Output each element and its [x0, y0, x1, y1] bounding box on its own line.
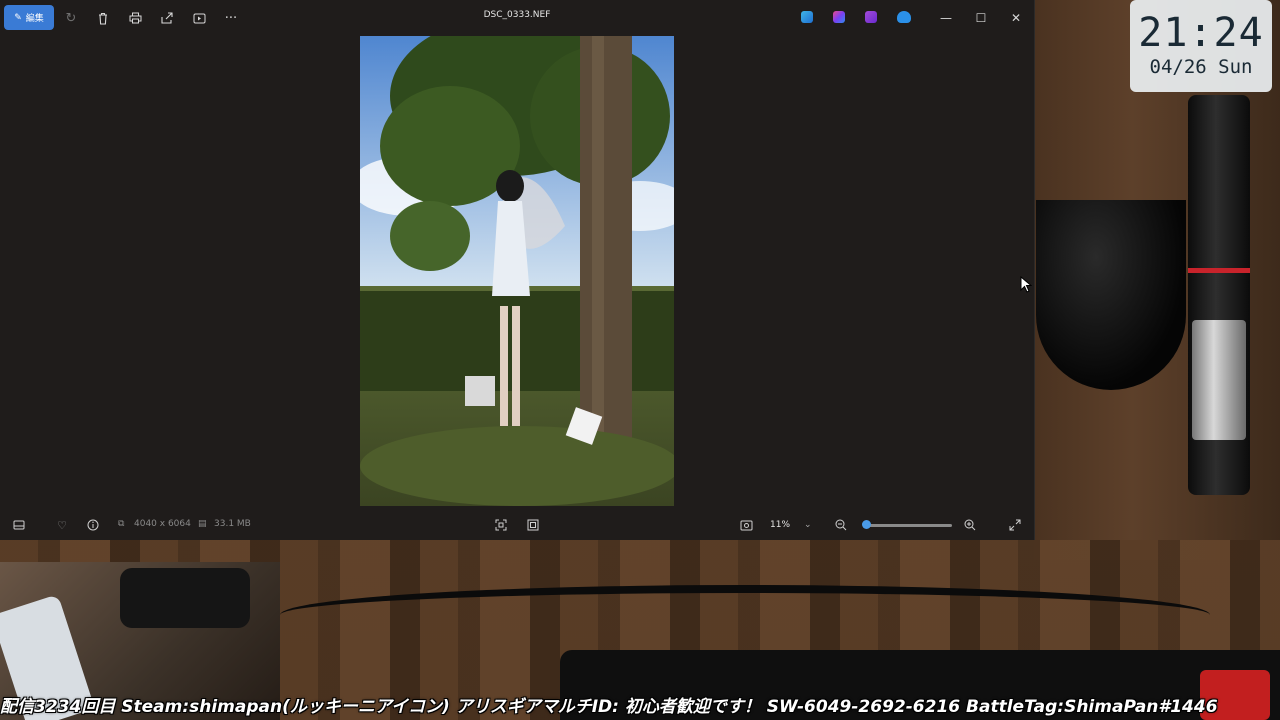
mic-connector [1192, 320, 1246, 440]
more-button[interactable]: ··· [217, 6, 245, 30]
delete-button[interactable] [89, 6, 117, 30]
zoom-out-icon [835, 519, 847, 531]
clock-date: 04/26 Sun [1149, 56, 1253, 78]
fullscreen-button[interactable] [1007, 517, 1023, 533]
info-button[interactable] [85, 517, 101, 533]
edit-icon: ✎ [14, 12, 22, 23]
image-dimensions: 4040 x 6064 [134, 519, 191, 529]
dimensions-icon: ⧉ [118, 519, 125, 529]
clipchamp-icon[interactable] [801, 11, 813, 23]
share-button[interactable] [153, 6, 181, 30]
print-button[interactable] [121, 6, 149, 30]
file-size: 33.1 MB [214, 519, 251, 529]
zoom-in-button[interactable] [962, 517, 978, 533]
filmstrip-icon [13, 520, 25, 530]
mic-red-ring [1188, 268, 1250, 273]
screenshot-icon [740, 520, 752, 530]
photo-view[interactable] [360, 36, 674, 506]
maximize-button[interactable]: ☐ [964, 6, 998, 30]
title-bar: ✎ 編集 ↻ ··· DSC_0333.NEF — ☐ ✕ [0, 0, 1034, 34]
rotate-icon: ↻ [65, 10, 77, 26]
slideshow-icon [193, 13, 205, 23]
fit-button[interactable] [738, 517, 754, 533]
more-icon: ··· [224, 10, 238, 26]
photos-window: ✎ 編集 ↻ ··· DSC_0333.NEF — ☐ ✕ ♡ ⧉ 4040 x… [0, 0, 1035, 540]
rotate-button[interactable]: ↻ [57, 6, 85, 30]
crop-view-button[interactable] [493, 517, 509, 533]
clock-time: 21:24 [1138, 10, 1264, 56]
window-title: DSC_0333.NEF [483, 10, 551, 20]
edit-label: 編集 [25, 14, 44, 24]
info-icon [87, 519, 99, 531]
bottom-toolbar: ♡ ⧉ 4040 x 6064 ▤ 33.1 MB 11% ⌄ [0, 510, 1034, 540]
minimize-button[interactable]: — [929, 6, 963, 30]
print-icon [129, 12, 141, 24]
file-size-icon: ▤ [198, 519, 207, 529]
filmstrip-button[interactable] [11, 517, 27, 533]
trash-icon [99, 12, 107, 25]
edit-button[interactable]: ✎ 編集 [4, 5, 54, 30]
copilot-icon[interactable] [833, 11, 845, 23]
minimize-icon: — [940, 11, 952, 25]
photo-image [360, 36, 674, 506]
onedrive-icon[interactable] [897, 11, 911, 23]
zoom-out-button[interactable] [833, 517, 849, 533]
maximize-icon: ☐ [975, 11, 987, 25]
zoom-slider-knob[interactable] [862, 520, 871, 529]
actual-size-icon [527, 519, 539, 531]
heart-icon: ♡ [57, 518, 67, 532]
chevron-down-icon: ⌄ [804, 520, 812, 530]
stream-ticker: 配信3234回目 Steam:shimapan(ルッキーニアイコン) アリスギア… [0, 697, 1218, 717]
mic-stand-base [1036, 200, 1186, 390]
expand-icon [1009, 519, 1021, 531]
actual-size-button[interactable] [525, 517, 541, 533]
clipchamp-video-icon[interactable] [865, 11, 877, 23]
fit-to-window-icon [495, 519, 507, 531]
camera-body [120, 568, 250, 628]
close-icon: ✕ [1010, 11, 1022, 25]
mouse-cursor-icon [1020, 276, 1032, 293]
favorite-button[interactable]: ♡ [54, 517, 70, 533]
zoom-select[interactable]: 11% ⌄ [762, 516, 830, 534]
zoom-in-icon [964, 519, 976, 531]
slideshow-button[interactable] [185, 6, 213, 30]
close-button[interactable]: ✕ [999, 6, 1033, 30]
zoom-value: 11% [770, 520, 791, 530]
zoom-slider[interactable] [864, 524, 952, 527]
clock-overlay: 21:24 04/26 Sun [1130, 0, 1272, 92]
share-icon [161, 12, 173, 24]
